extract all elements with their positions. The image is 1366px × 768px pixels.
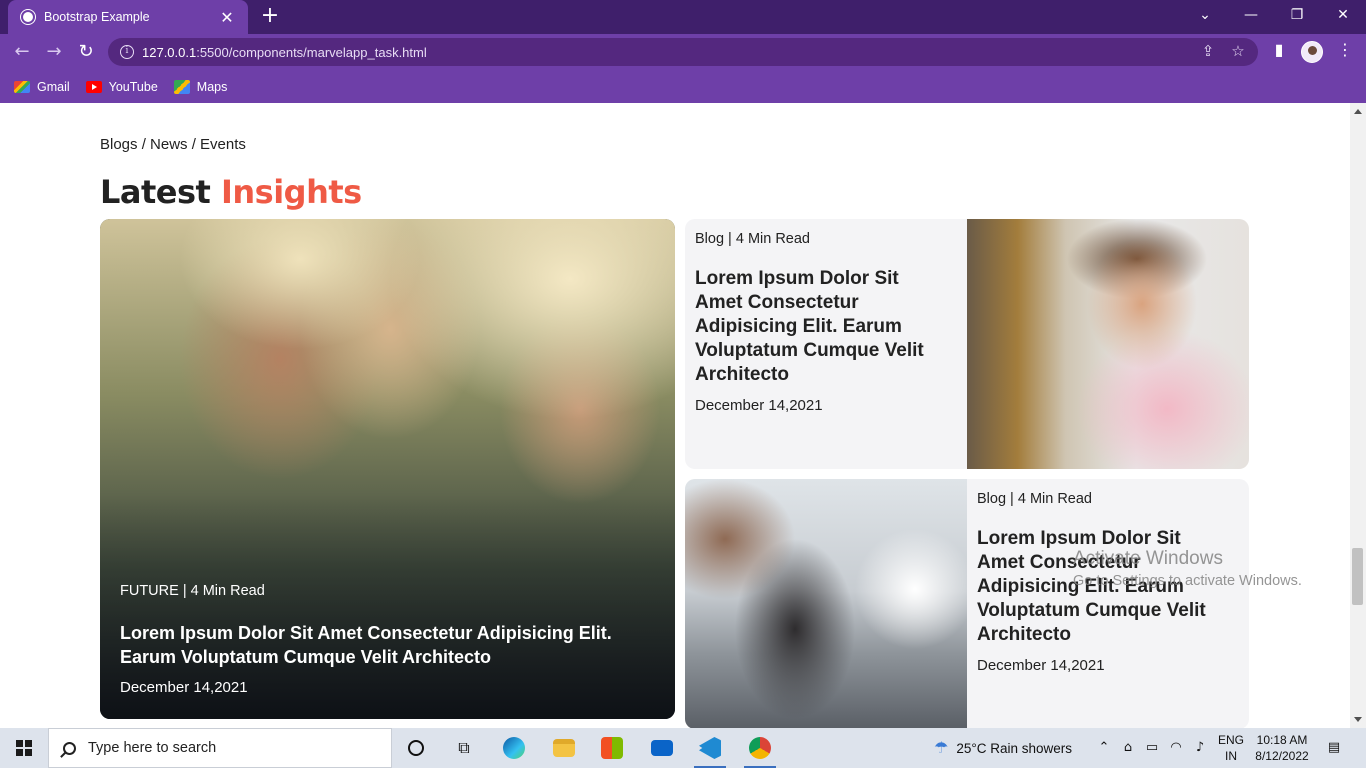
scroll-up-icon[interactable] bbox=[1354, 109, 1362, 114]
tab-search-chevron-icon[interactable]: ⌄ bbox=[1182, 0, 1228, 30]
article-image bbox=[685, 479, 967, 728]
tab-title: Bootstrap Example bbox=[44, 10, 150, 24]
cortana-circle-icon bbox=[408, 740, 424, 756]
clock-date: 8/12/2022 bbox=[1255, 749, 1309, 763]
edge-icon bbox=[503, 737, 525, 759]
activate-windows-watermark: Activate Windows Go to Settings to activ… bbox=[1073, 548, 1302, 589]
article-image bbox=[967, 219, 1249, 469]
new-tab-button[interactable]: + bbox=[258, 5, 282, 29]
microsoft-store-button[interactable] bbox=[592, 732, 632, 764]
minimize-button[interactable]: — bbox=[1228, 0, 1274, 30]
article-card[interactable]: Blog | 4 Min Read Lorem Ipsum Dolor Sit … bbox=[685, 219, 1249, 469]
url-text[interactable]: 127.0.0.1:5500/components/marvelapp_task… bbox=[142, 45, 427, 60]
task-view-button[interactable] bbox=[396, 732, 436, 764]
weather-text: 25°C Rain showers bbox=[956, 740, 1073, 756]
vscode-icon bbox=[699, 737, 721, 759]
file-explorer-button[interactable] bbox=[544, 732, 584, 764]
article-date: December 14,2021 bbox=[120, 679, 248, 696]
article-title[interactable]: Lorem Ipsum Dolor Sit Amet Consectetur A… bbox=[120, 621, 660, 669]
scrollbar-thumb[interactable] bbox=[1352, 548, 1363, 605]
region-code: IN bbox=[1225, 749, 1237, 763]
article-date: December 14,2021 bbox=[977, 657, 1105, 674]
page-viewport: Blogs / News / Events Latest Insights FU… bbox=[0, 103, 1350, 728]
edge-button[interactable] bbox=[494, 732, 534, 764]
tab-close-icon[interactable]: ✕ bbox=[218, 8, 236, 27]
battery-icon[interactable]: ▭ bbox=[1144, 740, 1160, 756]
article-card-text: Blog | 4 Min Read Lorem Ipsum Dolor Sit … bbox=[685, 219, 955, 426]
network-adapter-icon[interactable]: ⌂ bbox=[1120, 740, 1136, 756]
clock-time: 10:18 AM bbox=[1256, 733, 1308, 747]
article-title[interactable]: Lorem Ipsum Dolor Sit Amet Consectetur A… bbox=[695, 267, 945, 387]
page-scrollbar[interactable] bbox=[1350, 103, 1366, 728]
bookmark-gmail[interactable]: Gmail bbox=[14, 80, 70, 94]
mail-button[interactable] bbox=[642, 732, 682, 764]
wifi-icon[interactable]: ◠ bbox=[1168, 740, 1184, 756]
profile-avatar[interactable] bbox=[1301, 41, 1323, 63]
bookmark-star-icon[interactable]: ☆ bbox=[1228, 42, 1248, 60]
bookmark-youtube[interactable]: YouTube bbox=[85, 79, 158, 94]
chevron-up-icon[interactable]: ⌃ bbox=[1096, 740, 1112, 756]
mail-icon bbox=[651, 740, 673, 756]
browser-tab-strip: Bootstrap Example ✕ + ⌄ — ❐ ✕ bbox=[0, 0, 1366, 34]
bookmarks-bar: Gmail YouTube Maps bbox=[0, 70, 1366, 103]
tab-favicon-icon bbox=[20, 9, 36, 25]
heading-accent: Insights bbox=[220, 173, 362, 211]
more-menu-icon[interactable]: ⋮ bbox=[1333, 40, 1357, 59]
bookmark-label: Maps bbox=[196, 79, 228, 94]
taskbar-search[interactable] bbox=[48, 728, 392, 768]
bookmark-label: Gmail bbox=[37, 79, 70, 94]
forward-arrow-icon[interactable]: → bbox=[42, 40, 66, 64]
windows-taskbar: ⧉ ☂ 25°C Rain showers ⌃ ⌂ ▭ ◠ ♪ ENG IN 1… bbox=[0, 728, 1366, 768]
volume-icon[interactable]: ♪ bbox=[1192, 740, 1208, 756]
bookmark-label: YouTube bbox=[108, 79, 158, 94]
browser-toolbar: ← → ↻ i 127.0.0.1:5500/components/marvel… bbox=[0, 34, 1366, 70]
language-code: ENG bbox=[1217, 733, 1244, 747]
browser-tab[interactable]: Bootstrap Example ✕ bbox=[8, 0, 248, 34]
system-clock[interactable]: 10:18 AM 8/12/2022 bbox=[1254, 732, 1310, 764]
weather-icon: ☂ bbox=[934, 740, 949, 757]
restore-button[interactable]: ❐ bbox=[1274, 0, 1320, 30]
bookmark-maps[interactable]: Maps bbox=[173, 79, 228, 94]
article-date: December 14,2021 bbox=[695, 397, 823, 414]
article-card[interactable]: Blog | 4 Min Read Lorem Ipsum Dolor Sit … bbox=[685, 479, 1249, 728]
address-bar[interactable]: i 127.0.0.1:5500/components/marvelapp_ta… bbox=[108, 38, 1258, 66]
gmail-icon bbox=[14, 80, 30, 93]
featured-article-card[interactable]: FUTURE | 4 Min Read Lorem Ipsum Dolor Si… bbox=[100, 219, 675, 719]
search-icon bbox=[63, 741, 76, 755]
side-panel-icon[interactable]: ▮ bbox=[1267, 40, 1291, 59]
search-input[interactable] bbox=[88, 740, 368, 756]
site-info-icon[interactable]: i bbox=[120, 45, 134, 59]
article-meta: Blog | 4 Min Read bbox=[695, 231, 810, 247]
chrome-button[interactable] bbox=[740, 732, 780, 768]
notifications-icon[interactable]: ▤ bbox=[1326, 740, 1342, 756]
heading-plain: Latest bbox=[100, 173, 221, 211]
maps-icon bbox=[173, 79, 190, 94]
language-indicator[interactable]: ENG IN bbox=[1216, 732, 1246, 764]
youtube-icon bbox=[85, 80, 102, 93]
back-arrow-icon[interactable]: ← bbox=[10, 40, 34, 64]
watermark-title: Activate Windows bbox=[1073, 548, 1223, 569]
watermark-subtitle: Go to Settings to activate Windows. bbox=[1073, 573, 1302, 589]
breadcrumb: Blogs / News / Events bbox=[100, 136, 246, 153]
close-window-button[interactable]: ✕ bbox=[1320, 0, 1366, 30]
windows-logo-icon bbox=[16, 740, 32, 756]
vscode-button[interactable] bbox=[690, 732, 730, 768]
start-button[interactable] bbox=[0, 728, 48, 768]
weather-widget[interactable]: ☂ 25°C Rain showers bbox=[934, 728, 1072, 768]
share-icon[interactable]: ⇪ bbox=[1198, 42, 1218, 60]
folder-icon bbox=[553, 739, 575, 757]
article-meta: Blog | 4 Min Read bbox=[977, 491, 1092, 507]
scroll-down-icon[interactable] bbox=[1354, 717, 1362, 722]
widgets-button[interactable]: ⧉ bbox=[444, 732, 484, 764]
task-view-icon: ⧉ bbox=[458, 738, 470, 757]
section-heading: Latest Insights bbox=[100, 173, 362, 211]
chrome-icon bbox=[749, 737, 771, 759]
store-icon bbox=[601, 737, 623, 759]
reload-icon[interactable]: ↻ bbox=[74, 40, 98, 64]
article-meta: FUTURE | 4 Min Read bbox=[120, 583, 265, 599]
